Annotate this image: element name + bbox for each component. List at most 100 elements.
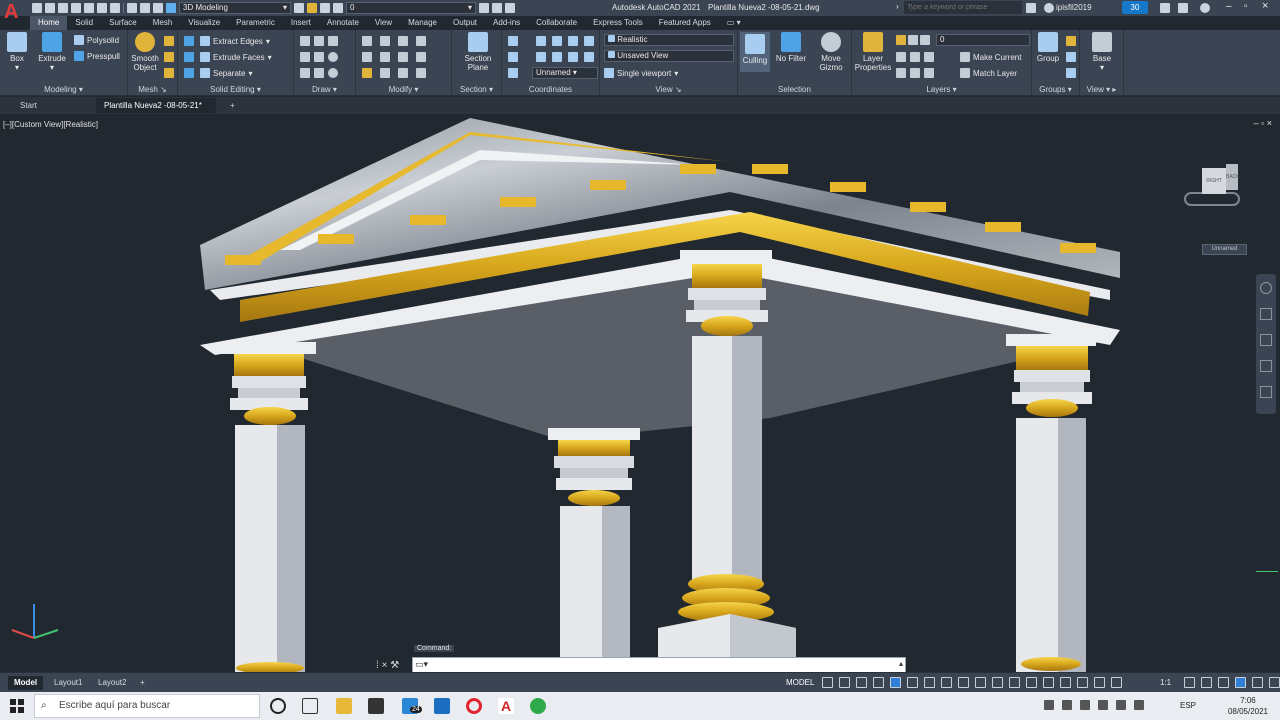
ucs-object-icon[interactable] <box>584 36 594 46</box>
tab-mesh[interactable]: Mesh <box>145 16 181 30</box>
base-button[interactable]: Base ▾ <box>1086 32 1118 72</box>
ucs-z-icon[interactable] <box>552 52 562 62</box>
3d-osnap-icon[interactable] <box>1026 677 1037 688</box>
customization-icon[interactable] <box>1269 677 1280 688</box>
people-icon[interactable] <box>1044 700 1054 710</box>
ucs-face-icon[interactable] <box>568 36 578 46</box>
lineweight-icon[interactable] <box>975 677 986 688</box>
workspace-gear-icon[interactable] <box>166 3 176 13</box>
dynamic-ucs-icon[interactable] <box>1043 677 1054 688</box>
panel-title-solid-editing[interactable]: Solid Editing ▾ <box>178 85 293 94</box>
green-app-icon[interactable] <box>530 698 546 714</box>
workspace-dropdown[interactable]: 3D Modeling ▾ <box>179 2 291 14</box>
panel-title-coordinates[interactable]: Coordinates <box>502 85 599 94</box>
dynamic-input-icon[interactable] <box>873 677 884 688</box>
make-current-button[interactable]: Make Current <box>960 50 1021 64</box>
layer-bulb-icon[interactable] <box>307 3 317 13</box>
erase-icon[interactable] <box>362 68 372 78</box>
command-line-grip-icon[interactable]: ⁞ <box>376 660 379 671</box>
save-icon[interactable] <box>58 3 68 13</box>
union-icon[interactable] <box>184 36 194 46</box>
object-snap-tracking-icon[interactable] <box>941 677 952 688</box>
extrude-button[interactable]: Extrude ▾ <box>36 32 68 72</box>
ribbon-minimize-icon[interactable]: ▭ ▾ <box>719 16 749 30</box>
tab-home[interactable]: Home <box>30 16 68 30</box>
tab-view[interactable]: View <box>367 16 400 30</box>
move-icon[interactable] <box>362 36 372 46</box>
selection-cycling-icon[interactable] <box>1009 677 1020 688</box>
task-view-icon[interactable] <box>302 698 318 714</box>
annotation-monitor-icon[interactable] <box>1201 677 1212 688</box>
viewport-config-button[interactable]: Single viewport ▾ <box>604 66 678 80</box>
layer-uniso-icon[interactable] <box>910 52 920 62</box>
grid-icon[interactable] <box>822 677 833 688</box>
model-space-toggle[interactable]: MODEL <box>786 678 814 687</box>
show-hidden-icon[interactable] <box>1062 700 1072 710</box>
no-filter-button[interactable]: No Filter <box>774 32 808 63</box>
autocad-taskbar-icon[interactable]: A <box>498 698 514 714</box>
tab-annotate[interactable]: Annotate <box>319 16 367 30</box>
windows-start-icon[interactable] <box>10 699 24 713</box>
ucs-x-icon[interactable] <box>508 52 518 62</box>
mesh-smooth-less-icon[interactable] <box>164 68 174 78</box>
annotation-scale[interactable]: 1:1 <box>1160 678 1171 687</box>
file-explorer-icon[interactable] <box>336 698 352 714</box>
tab-drawing[interactable]: Plantilla Nueva2 -08-05-21* × <box>96 98 216 125</box>
ucs-view-icon[interactable] <box>568 52 578 62</box>
command-history-toggle-icon[interactable]: ▴ <box>899 659 903 668</box>
panel-title-layers[interactable]: Layers ▾ <box>852 85 1031 94</box>
drawing-viewport[interactable]: [–][Custom View][Realistic] – ▫ × RIGHT … <box>0 114 1280 672</box>
search-input[interactable] <box>904 1 1022 14</box>
layer-sun-icon[interactable] <box>320 3 330 13</box>
layer-properties-button[interactable]: Layer Properties <box>854 32 892 72</box>
opera-icon[interactable] <box>466 698 482 714</box>
ucs-dropdown[interactable]: Unnamed ▾ <box>532 67 598 79</box>
command-prompt-icon[interactable]: ▭▾ <box>415 659 428 670</box>
tab-visualize[interactable]: Visualize <box>180 16 228 30</box>
command-input[interactable] <box>433 660 893 672</box>
match-properties-icon[interactable] <box>294 3 304 13</box>
move-gizmo-button[interactable]: Move Gizmo <box>814 32 848 72</box>
maximize-icon[interactable]: ▫ <box>1244 1 1248 12</box>
stretch-icon[interactable] <box>416 36 426 46</box>
autocad-logo-icon[interactable]: A <box>4 2 24 26</box>
save-web-icon[interactable] <box>97 3 107 13</box>
hardware-acceleration-icon[interactable] <box>1252 677 1263 688</box>
presspull-button[interactable]: Presspull <box>74 49 120 63</box>
user-name[interactable]: ipisfil2019 <box>1056 3 1092 12</box>
panel-title-modeling[interactable]: Modeling ▾ <box>0 85 127 94</box>
rotate-3d-icon[interactable] <box>380 52 390 62</box>
panel-title-selection[interactable]: Selection <box>738 85 851 94</box>
selection-filter-icon[interactable] <box>1060 677 1071 688</box>
arc-icon[interactable] <box>328 36 338 46</box>
tab-output[interactable]: Output <box>445 16 485 30</box>
layer-iso-icon[interactable] <box>896 52 906 62</box>
ucs-3point-icon[interactable] <box>584 52 594 62</box>
gizmo-icon[interactable] <box>1077 677 1088 688</box>
speaker-icon[interactable] <box>1134 700 1144 710</box>
volume-icon[interactable] <box>1098 700 1108 710</box>
help-icon[interactable] <box>1200 3 1210 13</box>
extract-edges-button[interactable]: Extract Edges ▾ <box>200 34 270 48</box>
ucs-world-icon[interactable] <box>536 36 546 46</box>
panel-title-groups[interactable]: Groups ▾ <box>1032 85 1079 94</box>
new-icon[interactable] <box>32 3 42 13</box>
object-snap-icon[interactable] <box>958 677 969 688</box>
polyline-icon[interactable] <box>300 36 310 46</box>
subtract-icon[interactable] <box>184 52 194 62</box>
tab-manage[interactable]: Manage <box>400 16 445 30</box>
auto-scale-icon[interactable] <box>1111 677 1122 688</box>
annotation-visibility-icon[interactable] <box>1094 677 1105 688</box>
layer-thaw-icon[interactable] <box>910 68 920 78</box>
search-chevron-icon[interactable]: › <box>896 2 904 12</box>
share-user-icon[interactable] <box>1178 3 1188 13</box>
showmotion-icon[interactable] <box>1260 386 1272 398</box>
app-s-icon[interactable] <box>434 698 450 714</box>
open-icon[interactable] <box>45 3 55 13</box>
workspace-switch-icon[interactable] <box>1184 677 1195 688</box>
tab-express-tools[interactable]: Express Tools <box>585 16 651 30</box>
array-icon[interactable] <box>398 68 408 78</box>
panel-title-view-2[interactable]: View ▾ ▸ <box>1080 85 1123 94</box>
transparency-icon[interactable] <box>992 677 1003 688</box>
store-icon[interactable] <box>368 698 384 714</box>
